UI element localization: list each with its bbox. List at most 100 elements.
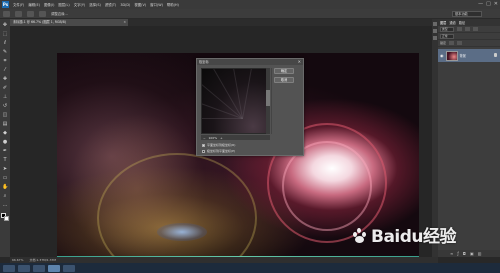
zoom-value: 100% xyxy=(208,135,218,140)
pen-tool-icon[interactable]: ✒ xyxy=(2,148,8,154)
zoom-tool-icon[interactable]: ⌕ xyxy=(2,193,8,199)
menu-layer[interactable]: 图层(L) xyxy=(58,2,69,7)
taskbar-app[interactable] xyxy=(33,264,45,272)
menu-3d[interactable]: 3D(D) xyxy=(120,3,130,7)
dialog-title: 极坐标 xyxy=(197,59,303,65)
blend-mode-select[interactable]: 正常 xyxy=(440,33,454,39)
hand-tool-icon[interactable]: ✋ xyxy=(2,184,8,190)
more-tools-icon[interactable]: … xyxy=(2,202,8,208)
lock-row: 锁定 xyxy=(438,40,500,47)
lock-position-icon[interactable] xyxy=(457,41,463,45)
menu-edit[interactable]: 编辑(E) xyxy=(28,2,40,7)
healing-tool-icon[interactable]: ✚ xyxy=(2,76,8,82)
lasso-tool-icon[interactable]: ℓ xyxy=(2,40,8,46)
taskbar-photoshop[interactable] xyxy=(48,264,60,272)
cancel-button[interactable]: 取消 xyxy=(274,77,294,83)
brush-tool-icon[interactable]: ✐ xyxy=(2,85,8,91)
taskbar-app[interactable] xyxy=(18,264,30,272)
tool-preset-icon[interactable] xyxy=(3,10,10,17)
new-selection-icon[interactable] xyxy=(15,10,22,17)
move-tool-icon[interactable]: ✥ xyxy=(2,22,8,28)
document-tab-bar: 未标题-1 @ 66.7% (图层 1, RGB/8) × xyxy=(10,19,432,26)
baidu-watermark: Baidu经验 xyxy=(352,222,457,247)
option-polar-to-rect-label: 极坐标到平面坐标(P) xyxy=(207,149,236,153)
zoom-out-button[interactable]: − xyxy=(203,136,206,140)
tab-paths[interactable]: 路径 xyxy=(459,20,465,25)
crop-tool-icon[interactable]: ⌗ xyxy=(2,58,8,64)
dodge-tool-icon[interactable]: ● xyxy=(2,139,8,145)
shape-tool-icon[interactable]: ▭ xyxy=(2,175,8,181)
marquee-tool-icon[interactable]: ⬚ xyxy=(2,31,8,37)
quick-select-tool-icon[interactable]: ✎ xyxy=(2,49,8,55)
taskbar-app[interactable] xyxy=(63,264,75,272)
menu-bar: Ps 文件(F) 编辑(E) 图像(I) 图层(L) 文字(Y) 选择(S) 滤… xyxy=(0,0,500,9)
filter-preview[interactable] xyxy=(201,68,267,134)
document-tab[interactable]: 未标题-1 @ 66.7% (图层 1, RGB/8) × xyxy=(10,19,128,26)
radio-polar-to-rect[interactable] xyxy=(202,149,205,153)
fx-icon[interactable]: ƒ xyxy=(457,251,458,256)
dialog-divider xyxy=(271,68,272,134)
canvas-glow-blue xyxy=(157,223,207,241)
history-panel-icon[interactable] xyxy=(433,22,437,26)
filter-pixel-icon[interactable] xyxy=(457,27,462,31)
menu-help[interactable]: 帮助(H) xyxy=(167,2,179,7)
layers-footer: ∞ ƒ ◘ ▣ ▥ xyxy=(438,250,500,257)
link-icon[interactable]: ∞ xyxy=(450,251,453,256)
layer-thumbnail xyxy=(445,50,458,61)
maximize-icon[interactable]: □ xyxy=(486,1,491,8)
refine-edge-button[interactable]: 调整边缘... xyxy=(51,11,68,16)
add-selection-icon[interactable] xyxy=(27,10,34,17)
tab-layers[interactable]: 图层 xyxy=(440,20,446,25)
minimize-icon[interactable]: — xyxy=(478,1,483,8)
subtract-selection-icon[interactable] xyxy=(39,10,46,17)
option-polar-to-rect[interactable]: 极坐标到平面坐标(P) xyxy=(202,149,235,153)
lock-label: 锁定 xyxy=(440,41,447,45)
type-tool-icon[interactable]: T xyxy=(2,157,8,163)
filter-adjust-icon[interactable] xyxy=(465,27,470,31)
layer-kind-select[interactable]: 类型 xyxy=(440,26,454,32)
character-panel-icon[interactable] xyxy=(433,36,437,40)
path-select-tool-icon[interactable]: ➤ xyxy=(2,166,8,172)
baidu-paw-icon xyxy=(352,227,368,243)
option-rect-to-polar[interactable]: 平面坐标到极坐标(R) xyxy=(202,143,235,147)
trash-icon[interactable]: ▥ xyxy=(478,251,482,256)
filter-type-icon[interactable] xyxy=(473,27,478,31)
menu-filter[interactable]: 滤镜(T) xyxy=(105,2,117,7)
menu-select[interactable]: 选择(S) xyxy=(89,2,101,7)
close-icon[interactable]: ✕ xyxy=(494,1,498,8)
background-color[interactable] xyxy=(4,216,9,221)
eraser-tool-icon[interactable]: ◫ xyxy=(2,112,8,118)
start-button[interactable] xyxy=(3,264,15,272)
visibility-eye-icon[interactable]: ◉ xyxy=(440,53,444,58)
stamp-tool-icon[interactable]: ⊥ xyxy=(2,94,8,100)
menu-image[interactable]: 图像(I) xyxy=(44,2,54,7)
preview-ray xyxy=(202,118,242,119)
lock-pixels-icon[interactable] xyxy=(449,41,455,45)
blur-tool-icon[interactable]: ◆ xyxy=(2,130,8,136)
preview-scroll-thumb[interactable] xyxy=(266,90,270,106)
menu-view[interactable]: 视图(V) xyxy=(134,2,146,7)
gradient-tool-icon[interactable]: ▤ xyxy=(2,121,8,127)
options-bar: 调整边缘... 基本功能 xyxy=(0,9,500,19)
menu-type[interactable]: 文字(Y) xyxy=(74,2,86,7)
tab-channels[interactable]: 通道 xyxy=(449,20,455,25)
preview-zoom-bar: − 100% + xyxy=(201,135,270,140)
history-brush-icon[interactable]: ↺ xyxy=(2,103,8,109)
option-rect-to-polar-label: 平面坐标到极坐标(R) xyxy=(207,143,236,147)
menu-file[interactable]: 文件(F) xyxy=(13,2,24,7)
tab-close-icon[interactable]: × xyxy=(123,19,126,26)
zoom-in-button[interactable]: + xyxy=(220,136,223,140)
new-layer-icon[interactable]: ▣ xyxy=(470,251,474,256)
radio-rect-to-polar[interactable] xyxy=(202,143,205,147)
color-swatches[interactable] xyxy=(1,213,9,222)
layer-row[interactable]: ◉ 背景 xyxy=(438,49,500,62)
preview-scrollbar[interactable] xyxy=(266,68,270,134)
dialog-close-icon[interactable]: ✕ xyxy=(298,59,301,65)
eyedropper-tool-icon[interactable]: ⁄ xyxy=(2,67,8,73)
ok-button[interactable]: 确定 xyxy=(274,68,294,74)
properties-panel-icon[interactable] xyxy=(433,29,437,33)
menu-window[interactable]: 窗口(W) xyxy=(150,2,163,7)
preview-ray xyxy=(242,69,254,120)
workspace-select[interactable]: 基本功能 xyxy=(452,11,482,17)
mask-icon[interactable]: ◘ xyxy=(463,251,466,256)
